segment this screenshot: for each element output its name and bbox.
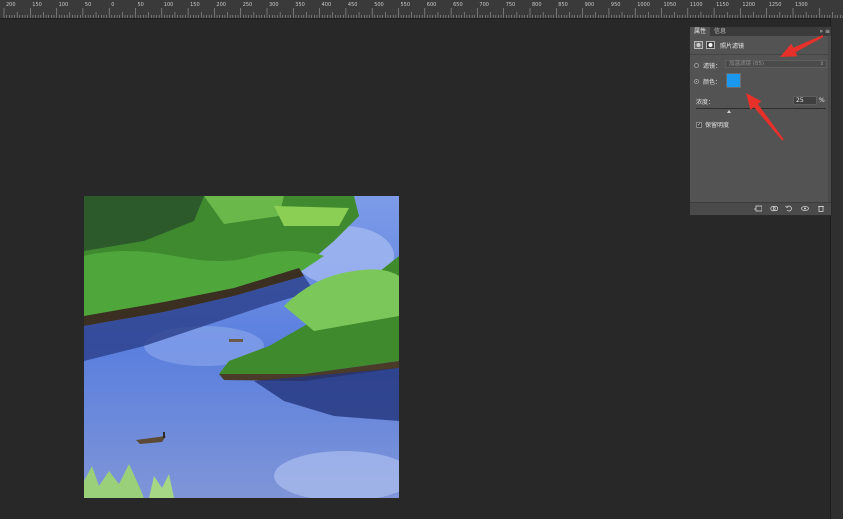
color-swatch[interactable] xyxy=(726,73,741,88)
panel-menu-icon[interactable]: ≡ xyxy=(825,28,830,35)
ruler-label: 250 xyxy=(242,2,253,8)
filter-label: 滤镜： xyxy=(703,63,722,70)
ruler-label: 200 xyxy=(216,2,226,8)
view-previous-state-icon[interactable] xyxy=(770,205,778,212)
visibility-icon[interactable] xyxy=(801,205,809,212)
density-input[interactable]: 25 xyxy=(793,96,817,105)
ruler-label: 150 xyxy=(32,2,42,8)
adjustment-layer-icon xyxy=(694,41,703,49)
density-slider[interactable] xyxy=(696,108,826,109)
ruler-label: 850 xyxy=(558,2,568,8)
ruler-label: 1150 xyxy=(716,2,729,8)
double-chevron-right-icon[interactable]: » xyxy=(819,28,823,35)
preserve-luminosity-label: 保留明度 xyxy=(705,122,730,129)
panel-scrollbar[interactable] xyxy=(828,36,831,202)
canvas-photo xyxy=(84,196,399,498)
divider xyxy=(690,54,831,55)
density-label: 浓度： xyxy=(696,99,715,106)
color-radio[interactable] xyxy=(694,79,699,84)
preserve-luminosity-row: ✓ 保留明度 xyxy=(696,120,729,129)
ruler-label: 700 xyxy=(479,2,489,8)
panel-tabs: 属性 信息 xyxy=(690,27,730,36)
ruler-label: 50 xyxy=(84,2,92,8)
ruler-label: 500 xyxy=(374,2,384,8)
filter-select[interactable]: 加温滤镜 (85) ⇕ xyxy=(725,60,827,68)
ruler-label: 1300 xyxy=(795,2,808,8)
ruler-label: 1250 xyxy=(768,2,782,8)
ruler-label: 50 xyxy=(137,2,144,8)
properties-panel: 属性 信息 » ≡ 照片滤镜 滤镜： 加温滤镜 (85) ⇕ 颜色： 浓度： 2… xyxy=(689,26,832,216)
color-label: 颜色： xyxy=(703,79,722,86)
ruler-label: 300 xyxy=(269,2,279,8)
ruler-label: 400 xyxy=(321,2,332,8)
tab-properties[interactable]: 属性 xyxy=(690,27,711,36)
color-row: 颜色： xyxy=(694,77,721,86)
ruler-label: 200 xyxy=(6,2,16,8)
ruler-label: 450 xyxy=(347,2,358,8)
ruler-label: 0 xyxy=(111,2,115,8)
ruler-label: 750 xyxy=(505,2,516,8)
filter-select-value: 加温滤镜 (85) xyxy=(729,61,765,67)
chevron-updown-icon: ⇕ xyxy=(819,61,824,67)
layer-mask-icon[interactable] xyxy=(706,41,715,49)
ruler-label: 150 xyxy=(190,2,200,8)
ruler-label: 1000 xyxy=(637,2,650,8)
panel-footer xyxy=(690,202,831,215)
ruler-label: 600 xyxy=(426,2,437,8)
tab-info[interactable]: 信息 xyxy=(710,27,730,36)
preserve-luminosity-checkbox[interactable]: ✓ xyxy=(696,121,702,128)
ruler-label: 650 xyxy=(453,2,463,8)
density-slider-thumb[interactable] xyxy=(726,110,731,113)
ruler-label: 950 xyxy=(610,2,621,8)
ruler-label: 1050 xyxy=(663,2,677,8)
ruler-label: 800 xyxy=(532,2,542,8)
filter-radio[interactable] xyxy=(694,63,699,68)
adjustment-title: 照片滤镜 xyxy=(720,42,745,50)
ruler-label: 1200 xyxy=(742,2,756,8)
horizontal-ruler[interactable]: 200 150 100 50 0 50 100 150 200 250 300 350 400 450 50… xyxy=(0,0,843,19)
filter-row: 滤镜： xyxy=(694,61,721,70)
ruler-label: 1100 xyxy=(689,2,703,8)
trash-icon[interactable] xyxy=(817,205,825,212)
ruler-label: 100 xyxy=(58,2,69,8)
density-unit: % xyxy=(819,97,825,104)
ruler-label: 350 xyxy=(295,2,305,8)
reset-icon[interactable] xyxy=(785,205,793,212)
ruler-label: 900 xyxy=(584,2,595,8)
ruler-label: 100 xyxy=(163,2,174,8)
clip-to-layer-icon[interactable] xyxy=(754,205,762,212)
adjustment-header: 照片滤镜 xyxy=(694,39,744,51)
landscape-image xyxy=(84,196,399,498)
ruler-label: 550 xyxy=(400,2,411,8)
